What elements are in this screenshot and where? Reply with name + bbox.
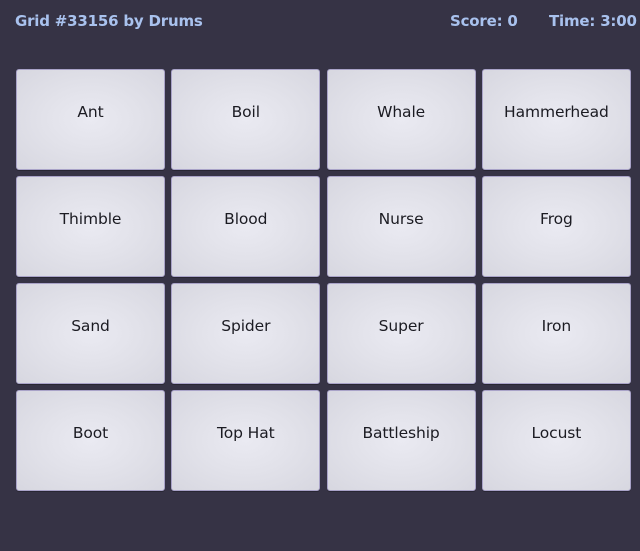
word-tile-label: Boot <box>72 423 109 442</box>
word-tile-label: Blood <box>224 209 268 228</box>
word-tile-label: Thimble <box>59 209 122 228</box>
word-tile[interactable]: Hammerhead <box>481 69 631 170</box>
word-tile[interactable]: Ant <box>16 69 165 170</box>
word-tile[interactable]: Iron <box>481 283 631 384</box>
timer-display: Time: 3:00 <box>549 12 637 30</box>
game-header: Grid #33156 by Drums Score: 0 Time: 3:00 <box>0 0 640 44</box>
word-tile[interactable]: Spider <box>171 283 321 384</box>
word-tile-label: Sand <box>71 316 110 335</box>
word-tile-label: Whale <box>377 102 426 121</box>
word-tile[interactable]: Battleship <box>326 390 476 491</box>
word-tile[interactable]: Super <box>326 283 476 384</box>
word-tile[interactable]: Boil <box>171 69 321 170</box>
word-tile-label: Spider <box>221 316 271 335</box>
word-tile-label: Boil <box>231 102 260 121</box>
word-tile-label: Ant <box>77 102 104 121</box>
grid-title: Grid #33156 by Drums <box>15 12 203 30</box>
word-tile-label: Battleship <box>362 423 440 442</box>
word-tile-label: Super <box>378 316 424 335</box>
word-tile[interactable]: Locust <box>481 390 631 491</box>
word-tile[interactable]: Whale <box>326 69 476 170</box>
word-tile-label: Top Hat <box>216 423 275 442</box>
word-tile[interactable]: Sand <box>16 283 165 384</box>
word-tile[interactable]: Blood <box>171 176 321 277</box>
word-tile-label: Nurse <box>378 209 424 228</box>
word-tile[interactable]: Boot <box>16 390 165 491</box>
word-tile[interactable]: Nurse <box>326 176 476 277</box>
word-tile-label: Frog <box>540 209 573 228</box>
word-tile-label: Locust <box>531 423 582 442</box>
word-tile[interactable]: Thimble <box>16 176 165 277</box>
word-tile-label: Iron <box>541 316 572 335</box>
word-grid: Ant Boil Whale Hammerhead Thimble Blood … <box>16 69 632 491</box>
score-display: Score: 0 <box>450 12 518 30</box>
word-tile[interactable]: Frog <box>481 176 631 277</box>
word-tile[interactable]: Top Hat <box>171 390 321 491</box>
word-tile-label: Hammerhead <box>504 102 609 121</box>
